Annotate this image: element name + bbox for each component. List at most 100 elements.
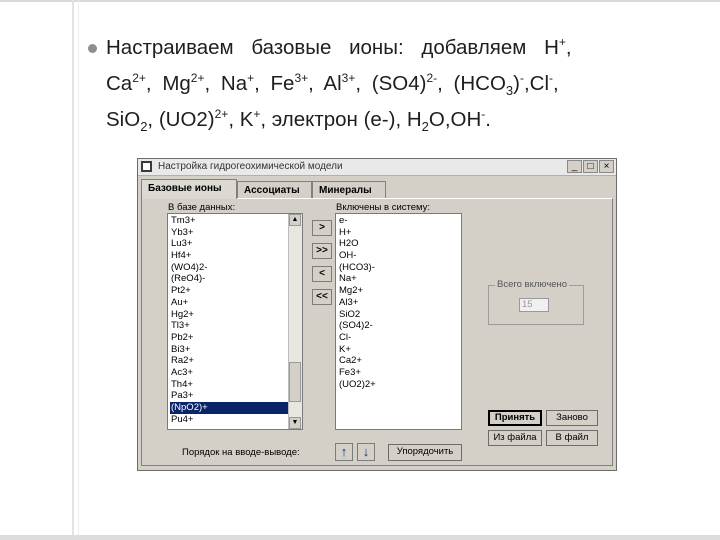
ion-sio2: SiO: [106, 108, 141, 131]
add-selected-button[interactable]: >: [312, 220, 332, 236]
system-list-items: e- H+ H2O OH- (HCO3)- Na+ Mg2+ Al3+ SiO2 (SO4)2- C…: [338, 215, 376, 390]
system-list-item[interactable]: Cl-: [338, 332, 376, 344]
ion-ca: Ca: [106, 72, 133, 95]
ion-na: Na: [220, 72, 248, 95]
ion-uo2: , (UO2): [147, 108, 215, 131]
system-list-item[interactable]: SiO2: [338, 309, 376, 321]
system-list-item[interactable]: H+: [338, 227, 376, 239]
database-ions-list[interactable]: Tm3+ Yb3+ Lu3+ Hf4+ (WO4)2- (ReO4)- Pt2+ Au+ Hg2…: [167, 213, 303, 430]
sub: 2: [421, 119, 429, 134]
reset-button[interactable]: Заново: [546, 410, 598, 426]
system-list-item[interactable]: e-: [338, 215, 376, 227]
text: , электрон (e-), H: [260, 108, 422, 131]
ion-oh: O,OH: [428, 108, 482, 131]
window-title: Настройка гидрогеохимической модели: [158, 161, 343, 172]
tab-associates[interactable]: Ассоциаты: [237, 181, 312, 199]
close-button[interactable]: ×: [599, 160, 614, 173]
sup: 3+: [341, 71, 356, 85]
maximize-button[interactable]: □: [583, 160, 598, 173]
database-list-item[interactable]: Hg2+: [170, 309, 289, 321]
database-list-item[interactable]: Tm3+: [170, 215, 289, 227]
sup: 2+: [190, 71, 205, 85]
database-list-item[interactable]: Ra2+: [170, 355, 289, 367]
system-list-item[interactable]: Al3+: [338, 297, 376, 309]
database-label: В базе данных:: [168, 202, 236, 213]
total-included-group: Всего включено 15: [488, 279, 584, 325]
ion-mg: Mg: [162, 72, 191, 95]
database-list-item[interactable]: (NpO2)+: [170, 402, 289, 414]
sup: 3+: [294, 71, 309, 85]
database-list-scrollbar[interactable]: ▲ ▼: [288, 214, 302, 429]
text: .: [485, 108, 491, 131]
sup: 2-: [426, 71, 438, 85]
move-up-icon[interactable]: ↑: [335, 443, 353, 461]
total-included-label: Всего включено: [495, 279, 570, 290]
text: ,: [308, 72, 324, 95]
database-list-item[interactable]: (WO4)2-: [170, 262, 289, 274]
database-list-item[interactable]: Au+: [170, 297, 289, 309]
system-list-item[interactable]: (UO2)2+: [338, 379, 376, 391]
accept-button[interactable]: Принять: [488, 410, 542, 426]
database-list-item[interactable]: Pa3+: [170, 390, 289, 402]
text: ,: [204, 72, 221, 95]
system-list-item[interactable]: Fe3+: [338, 367, 376, 379]
text: ,: [565, 36, 572, 59]
tab-minerals[interactable]: Минералы: [312, 181, 386, 199]
system-list-item[interactable]: Mg2+: [338, 285, 376, 297]
ion-k: , K: [228, 108, 254, 131]
system-list-item[interactable]: (SO4)2-: [338, 320, 376, 332]
slide-decor-line: [72, 0, 74, 540]
system-list-item[interactable]: Na+: [338, 273, 376, 285]
sup: +: [558, 35, 566, 49]
database-list-items: Tm3+ Yb3+ Lu3+ Hf4+ (WO4)2- (ReO4)- Pt2+ Au+ Hg2…: [170, 215, 289, 425]
slide-top-border: [0, 0, 720, 2]
database-list-item[interactable]: Ac3+: [170, 367, 289, 379]
slide-decor-line-thin: [78, 0, 79, 540]
scroll-thumb[interactable]: [289, 362, 301, 402]
remove-all-button[interactable]: <<: [312, 289, 332, 305]
database-list-item[interactable]: Yb3+: [170, 227, 289, 239]
scroll-down-icon[interactable]: ▼: [289, 417, 301, 429]
system-list-item[interactable]: OH-: [338, 250, 376, 262]
ion-al: Al: [323, 72, 342, 95]
slide-line-2: Ca2+, Mg2+, Na+, Fe3+, Al3+, (SO4)2-, (H…: [106, 66, 696, 102]
system-list-item[interactable]: (HCO3)-: [338, 262, 376, 274]
database-list-item[interactable]: (ReO4)-: [170, 273, 289, 285]
sort-button[interactable]: Упорядочить: [388, 444, 462, 461]
title-bar[interactable]: Настройка гидрогеохимической модели _ □ …: [138, 159, 616, 176]
database-list-item[interactable]: Bi3+: [170, 344, 289, 356]
tab-base-ions[interactable]: Базовые ионы: [141, 179, 237, 199]
ion-so4: (SO4): [371, 72, 427, 95]
database-list-item[interactable]: Pb2+: [170, 332, 289, 344]
system-list-item[interactable]: K+: [338, 344, 376, 356]
ion-cl: ,Cl: [523, 72, 550, 95]
minimize-button[interactable]: _: [567, 160, 582, 173]
ion-hco3: (HCO: [453, 72, 506, 95]
text: ,: [437, 72, 454, 95]
database-list-item[interactable]: Lu3+: [170, 238, 289, 250]
system-list-item[interactable]: Ca2+: [338, 355, 376, 367]
move-down-icon[interactable]: ↓: [357, 443, 375, 461]
slide-line-3: SiO2, (UO2)2+, K+, электрон (e-), H2O,OH…: [106, 102, 696, 138]
order-label: Порядок на вводе-выводе:: [182, 447, 300, 458]
scroll-up-icon[interactable]: ▲: [289, 214, 301, 226]
system-label: Включены в систему:: [336, 202, 431, 213]
add-all-button[interactable]: >>: [312, 243, 332, 259]
database-list-item[interactable]: Pu4+: [170, 414, 289, 426]
slide-line-1: Настраиваем базовые ионы: добавляем H+,: [106, 30, 696, 66]
remove-selected-button[interactable]: <: [312, 266, 332, 282]
ion-fe: Fe: [270, 72, 295, 95]
database-list-item[interactable]: Tl3+: [170, 320, 289, 332]
text: ,: [355, 72, 372, 95]
model-settings-window: Настройка гидрогеохимической модели _ □ …: [137, 158, 617, 471]
system-ions-list[interactable]: e- H+ H2O OH- (HCO3)- Na+ Mg2+ Al3+ SiO2 (SO4)2- C…: [335, 213, 462, 430]
sup: 2+: [132, 71, 146, 85]
database-list-item[interactable]: Th4+: [170, 379, 289, 391]
database-list-item[interactable]: Pt2+: [170, 285, 289, 297]
save-to-file-button[interactable]: В файл: [546, 430, 598, 446]
load-from-file-button[interactable]: Из файла: [488, 430, 542, 446]
database-list-item[interactable]: Hf4+: [170, 250, 289, 262]
text: ,: [553, 72, 559, 95]
tab-panel: В базе данных: Включены в систему: Tm3+ Y…: [141, 198, 613, 466]
system-list-item[interactable]: H2O: [338, 238, 376, 250]
